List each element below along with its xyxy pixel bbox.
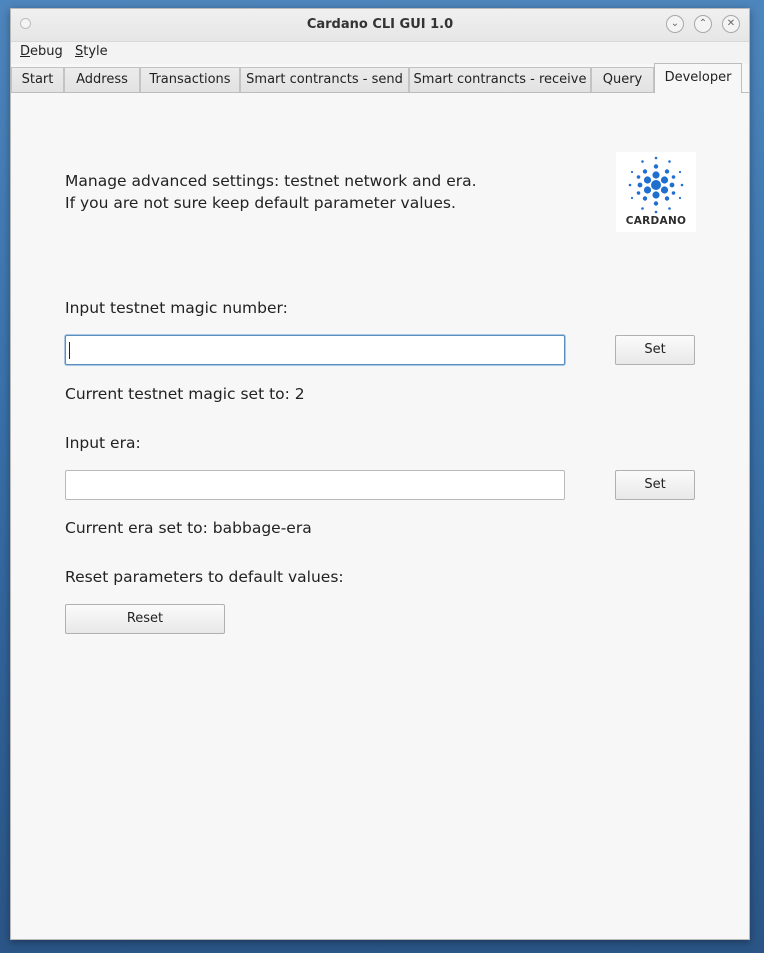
- intro-line-2: If you are not sure keep default paramet…: [65, 194, 456, 212]
- era-current-status: Current era set to: babbage-era: [65, 519, 312, 537]
- text-caret: [69, 342, 70, 359]
- set-era-button[interactable]: Set: [615, 470, 695, 500]
- menu-debug[interactable]: Debug: [20, 44, 63, 59]
- cardano-logo-text: CARDANO: [625, 215, 687, 227]
- cardano-logo: CARDANO: [616, 152, 696, 232]
- close-icon[interactable]: ✕: [722, 15, 740, 33]
- menu-style[interactable]: Style: [75, 44, 108, 59]
- cardano-logo-icon: [628, 156, 684, 214]
- app-window: Cardano CLI GUI 1.0 ⌄ ⌃ ✕ Debug Style St…: [10, 8, 750, 940]
- magic-current-status: Current testnet magic set to: 2: [65, 385, 305, 403]
- menu-debug-mnemonic: D: [20, 44, 31, 59]
- era-input[interactable]: [65, 470, 565, 500]
- tab-start[interactable]: Start: [11, 67, 64, 92]
- menu-style-label: tyle: [83, 44, 108, 59]
- tab-query[interactable]: Query: [591, 67, 654, 92]
- tab-smart-contracts-send[interactable]: Smart contrancts - send: [240, 67, 409, 92]
- magic-number-input[interactable]: [65, 335, 565, 365]
- tab-transactions[interactable]: Transactions: [140, 67, 240, 92]
- minimize-icon[interactable]: ⌄: [666, 15, 684, 33]
- title-bar[interactable]: Cardano CLI GUI 1.0 ⌄ ⌃ ✕: [11, 9, 749, 42]
- window-title: Cardano CLI GUI 1.0: [306, 17, 454, 32]
- magic-label: Input testnet magic number:: [65, 299, 288, 317]
- era-label: Input era:: [65, 434, 141, 452]
- intro-line-1: Manage advanced settings: testnet networ…: [65, 172, 477, 190]
- maximize-icon[interactable]: ⌃: [694, 15, 712, 33]
- menu-bar: Debug Style: [11, 42, 749, 64]
- tab-smart-contracts-receive[interactable]: Smart contrancts - receive: [409, 67, 591, 92]
- set-magic-button[interactable]: Set: [615, 335, 695, 365]
- tab-developer[interactable]: Developer: [654, 63, 742, 93]
- reset-label: Reset parameters to default values:: [65, 568, 344, 586]
- tab-address[interactable]: Address: [64, 67, 140, 92]
- reset-button[interactable]: Reset: [65, 604, 225, 634]
- menu-debug-label: ebug: [30, 44, 63, 59]
- tab-bar: Start Address Transactions Smart contran…: [11, 63, 749, 93]
